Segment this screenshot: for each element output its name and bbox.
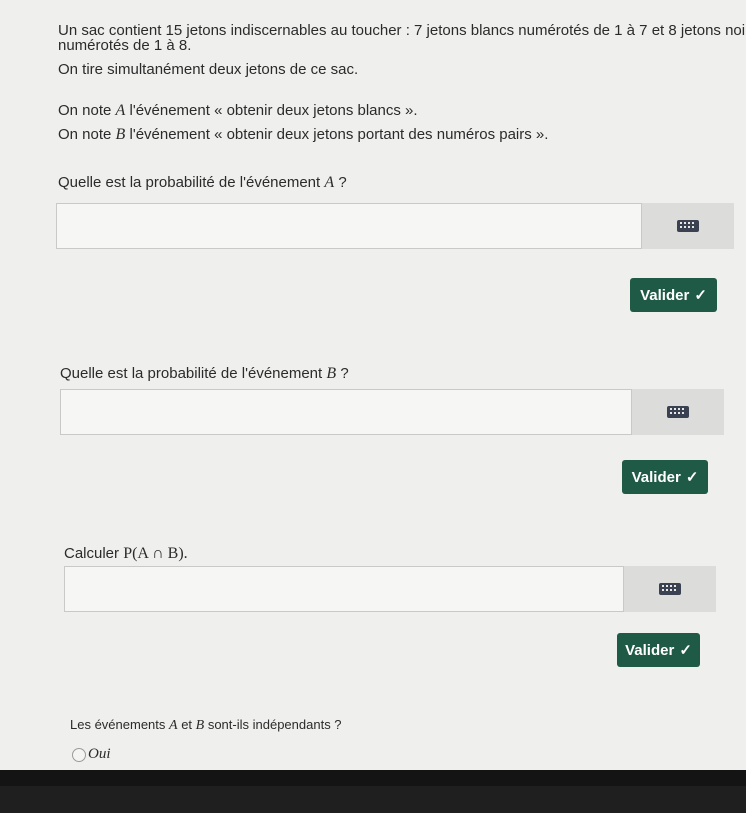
definition-a: On note A l'événement « obtenir deux jet… bbox=[58, 100, 418, 122]
keyboard-icon bbox=[677, 220, 699, 232]
valider-button-2[interactable]: Valider ✓ bbox=[622, 460, 708, 494]
definition-b-symbol: B bbox=[115, 126, 126, 143]
question-3-label: Calculer P(A ∩ B). bbox=[64, 543, 188, 565]
keyboard-button-3[interactable] bbox=[624, 566, 716, 612]
question-3-formula: P(A ∩ B). bbox=[123, 545, 188, 562]
intro-line-2: numérotés de 1 à 8. bbox=[58, 37, 192, 54]
answer-row-3 bbox=[64, 566, 716, 612]
question-2-symbol: B bbox=[326, 365, 337, 382]
question-1-label: Quelle est la probabilité de l'événement… bbox=[58, 172, 347, 194]
answer-row-2 bbox=[60, 389, 724, 435]
valider-label-1: Valider bbox=[640, 286, 690, 304]
question-2-text: Quelle est la probabilité de l'événement bbox=[60, 365, 327, 382]
definition-b-suffix: l'événement « obtenir deux jetons portan… bbox=[125, 126, 549, 143]
answer-input-1[interactable] bbox=[56, 203, 642, 249]
answer-input-3[interactable] bbox=[64, 566, 624, 612]
question-4-symbol-b: B bbox=[195, 718, 205, 733]
answer-input-2[interactable] bbox=[60, 389, 632, 435]
definition-b-prefix: On note bbox=[58, 126, 116, 143]
question-4-text-c: sont-ils indépendants ? bbox=[204, 717, 342, 732]
valider-label-3: Valider bbox=[625, 641, 675, 659]
question-2-end: ? bbox=[336, 365, 349, 382]
keyboard-button-1[interactable] bbox=[642, 203, 734, 249]
valider-button-1[interactable]: Valider ✓ bbox=[630, 278, 717, 312]
definition-a-prefix: On note bbox=[58, 102, 116, 119]
check-icon: ✓ bbox=[694, 287, 707, 304]
question-1-end: ? bbox=[334, 174, 347, 191]
screen-bottom-strip bbox=[0, 786, 746, 813]
exercise-page: Un sac contient 15 jetons indiscernables… bbox=[0, 0, 746, 770]
definition-b: On note B l'événement « obtenir deux jet… bbox=[58, 124, 548, 146]
check-icon: ✓ bbox=[685, 469, 699, 486]
question-1-text: Quelle est la probabilité de l'événement bbox=[58, 174, 325, 191]
question-3-text: Calculer bbox=[64, 545, 124, 562]
question-4-text-a: Les événements bbox=[70, 717, 170, 732]
answer-row-1 bbox=[56, 203, 734, 249]
question-4-symbol-a: A bbox=[169, 718, 178, 733]
question-1-symbol: A bbox=[324, 174, 335, 191]
keyboard-button-2[interactable] bbox=[632, 389, 724, 435]
question-2-label: Quelle est la probabilité de l'événement… bbox=[60, 363, 349, 385]
intro-line-3: On tire simultanément deux jetons de ce … bbox=[58, 61, 359, 78]
keyboard-icon bbox=[667, 406, 689, 418]
valider-button-3[interactable]: Valider ✓ bbox=[617, 633, 700, 667]
valider-label-2: Valider bbox=[631, 468, 681, 486]
definition-a-symbol: A bbox=[115, 102, 126, 119]
keyboard-icon bbox=[659, 583, 681, 595]
radio-oui[interactable] bbox=[72, 748, 86, 762]
radio-oui-label[interactable]: Oui bbox=[88, 743, 111, 765]
definition-a-suffix: l'événement « obtenir deux jetons blancs… bbox=[125, 102, 418, 119]
question-4-text-b: et bbox=[177, 717, 196, 732]
check-icon: ✓ bbox=[679, 642, 692, 659]
question-4-label: Les événements A et B sont-ils indépenda… bbox=[70, 714, 342, 737]
